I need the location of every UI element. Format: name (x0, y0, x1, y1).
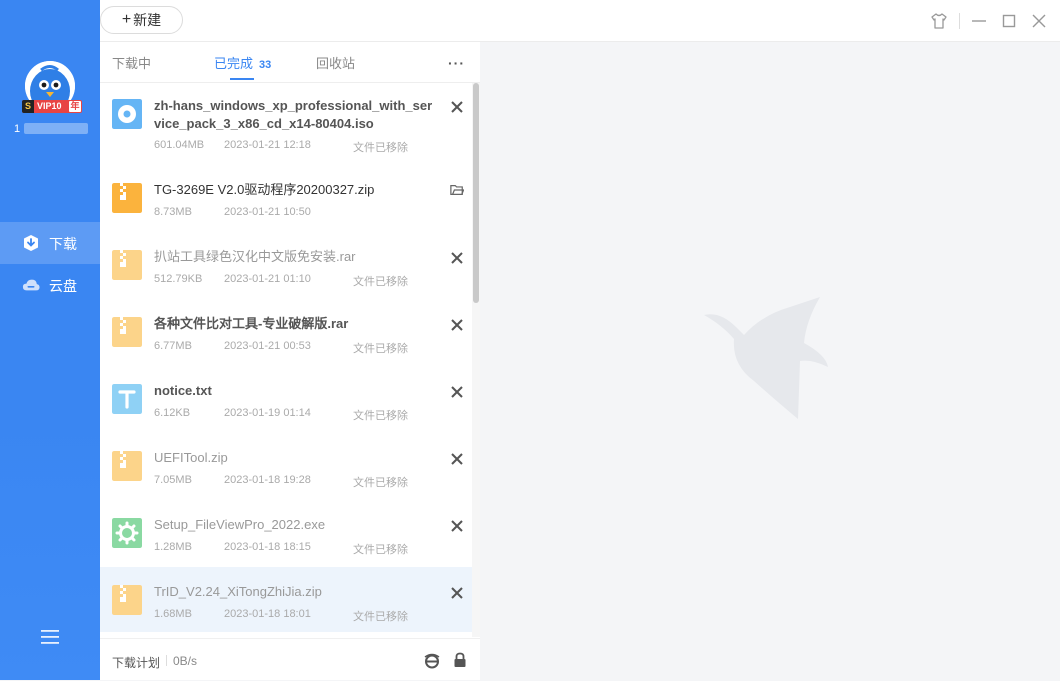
download-list-panel: 下载中 已完成 33 回收站 ··· zh-hans_windows_xp_pro… (100, 42, 480, 680)
sidebar-item-label: 云盘 (49, 278, 77, 294)
divider (959, 13, 960, 29)
more-options-button[interactable]: ··· (448, 55, 465, 71)
scrollbar[interactable] (472, 83, 480, 637)
list-item[interactable]: zh-hans_windows_xp_professional_with_ser… (100, 83, 472, 165)
file-date: 2023-01-21 10:50 (224, 206, 311, 218)
file-name: zh-hans_windows_xp_professional_with_ser… (154, 98, 433, 131)
list-item[interactable]: 各种文件比对工具-专业破解版.rar 6.77MB 2023-01-21 00:… (100, 299, 472, 364)
vip-badge: S VIP10 年 (22, 100, 82, 113)
file-size: 7.05MB (154, 474, 192, 486)
skin-icon[interactable] (930, 12, 948, 30)
remove-icon[interactable] (450, 519, 464, 533)
file-date: 2023-01-18 18:01 (224, 608, 311, 620)
zip-icon (112, 585, 142, 615)
file-name: UEFITool.zip (154, 450, 228, 465)
zip-icon (112, 183, 142, 213)
active-tab-indicator (230, 78, 254, 80)
file-date: 2023-01-21 01:10 (224, 273, 311, 285)
username: 1 (14, 123, 21, 135)
file-size: 6.12KB (154, 407, 191, 419)
vip-badge-level: VIP10 (37, 101, 62, 111)
file-date: 2023-01-18 18:15 (224, 541, 311, 553)
file-status: 文件已移除 (353, 410, 408, 422)
detail-pane (480, 42, 1060, 680)
completed-count-badge: 33 (259, 59, 272, 71)
divider (166, 655, 167, 666)
file-name: 各种文件比对工具-专业破解版.rar (154, 316, 349, 331)
file-date: 2023-01-19 01:14 (224, 407, 311, 419)
top-bar: + 新建 (100, 0, 1060, 42)
plus-icon: + (121, 11, 132, 28)
download-speed: 0B/s (173, 654, 198, 668)
file-status: 文件已移除 (353, 276, 408, 288)
file-status: 文件已移除 (353, 544, 408, 556)
file-date: 2023-01-18 19:28 (224, 474, 311, 486)
sidebar-item-cloud[interactable]: 云盘 (0, 264, 100, 306)
tab-bar: 下载中 已完成 33 回收站 ··· (100, 42, 480, 83)
download-icon (24, 235, 38, 251)
download-plan-button[interactable]: 下载计划 (112, 654, 160, 671)
file-name: 扒站工具绿色汉化中文版免安装.rar (154, 249, 356, 264)
tab-recycle-bin[interactable]: 回收站 (316, 53, 355, 72)
remove-icon[interactable] (450, 385, 464, 399)
file-size: 1.28MB (154, 541, 192, 553)
minimize-icon[interactable] (970, 12, 988, 30)
file-size: 8.73MB (154, 206, 192, 218)
open-folder-icon[interactable] (450, 183, 464, 197)
tab-downloading[interactable]: 下载中 (112, 53, 151, 72)
file-list: zh-hans_windows_xp_professional_with_ser… (100, 83, 472, 637)
sidebar-item-download[interactable]: 下载 (0, 222, 100, 264)
list-item[interactable]: TG-3269E V2.0驱动程序20200327.zip 8.73MB 202… (100, 165, 472, 230)
list-item[interactable]: notice.txt 6.12KB 2023-01-19 01:14 文件已移除 (100, 366, 472, 431)
sidebar: S VIP10 年 1 下载 云盘 (0, 0, 100, 680)
status-bar: 下载计划 0B/s (100, 638, 480, 681)
file-status: 文件已移除 (353, 343, 408, 355)
remove-icon[interactable] (450, 318, 464, 332)
file-date: 2023-01-21 12:18 (224, 139, 311, 151)
list-item[interactable]: UEFITool.zip 7.05MB 2023-01-18 19:28 文件已… (100, 433, 472, 498)
file-size: 1.68MB (154, 608, 192, 620)
browser-icon[interactable] (424, 653, 440, 669)
text-file-icon (112, 384, 142, 414)
bird-logo-icon (704, 297, 828, 419)
remove-icon[interactable] (450, 452, 464, 466)
zip-icon (112, 250, 142, 280)
remove-icon[interactable] (450, 586, 464, 600)
file-size: 601.04MB (154, 139, 205, 151)
close-icon[interactable] (1030, 12, 1048, 30)
new-task-label: 新建 (133, 12, 162, 28)
file-status: 文件已移除 (353, 611, 408, 623)
menu-icon[interactable] (41, 629, 59, 645)
username-redacted (24, 123, 88, 134)
tab-completed-label: 已完成 (214, 56, 254, 71)
tab-completed[interactable]: 已完成 33 (214, 53, 271, 72)
disc-icon (112, 99, 142, 129)
new-task-button[interactable]: + 新建 (100, 6, 183, 34)
list-item[interactable]: 扒站工具绿色汉化中文版免安装.rar 512.79KB 2023-01-21 0… (100, 232, 472, 297)
file-size: 6.77MB (154, 340, 192, 352)
zip-icon (112, 451, 142, 481)
remove-icon[interactable] (450, 251, 464, 265)
zip-icon (112, 317, 142, 347)
list-item[interactable]: TrID_V2.24_XiTongZhiJia.zip 1.68MB 2023-… (100, 567, 472, 632)
list-item[interactable]: Setup_FileViewPro_2022.exe 1.28MB 2023-0… (100, 500, 472, 565)
sidebar-item-label: 下载 (49, 236, 77, 252)
vip-badge-s: S (22, 100, 34, 113)
file-name: Setup_FileViewPro_2022.exe (154, 517, 326, 532)
exe-icon (112, 518, 142, 548)
file-name: TrID_V2.24_XiTongZhiJia.zip (154, 584, 322, 599)
file-size: 512.79KB (154, 273, 203, 285)
lock-icon[interactable] (453, 652, 467, 668)
remove-icon[interactable] (450, 100, 464, 114)
maximize-icon[interactable] (1000, 12, 1018, 30)
vip-badge-year: 年 (69, 101, 81, 112)
scrollbar-thumb[interactable] (473, 83, 479, 303)
file-date: 2023-01-21 00:53 (224, 340, 311, 352)
file-name: notice.txt (154, 383, 212, 398)
cloud-icon (22, 279, 40, 291)
file-status: 文件已移除 (353, 477, 408, 489)
file-status: 文件已移除 (353, 142, 408, 154)
file-name: TG-3269E V2.0驱动程序20200327.zip (154, 182, 375, 197)
